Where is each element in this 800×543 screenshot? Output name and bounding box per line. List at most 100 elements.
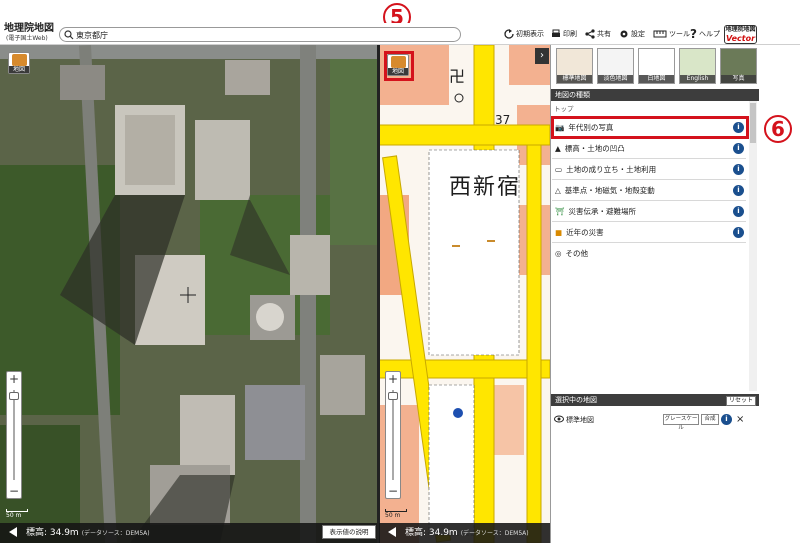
standard-map[interactable]: 西新宿 37 卍 [379, 45, 550, 543]
search-input[interactable] [76, 29, 456, 41]
aerial-photo-image [0, 45, 378, 543]
thumb-pale-map[interactable]: 淡色地図 [597, 48, 634, 84]
disaster-icon: ■ [555, 227, 563, 237]
scale-label: 50 m [6, 512, 22, 519]
value-explanation-button[interactable]: 表示値の説明 [322, 525, 376, 539]
settings-button[interactable]: 設定 [619, 28, 645, 40]
button-label: ヘルプ [698, 30, 720, 38]
address-number-label: 37 [495, 113, 511, 127]
thumb-photo-map[interactable]: 写真 [720, 48, 757, 84]
place-label-nishi-shinjuku: 西新宿 [449, 175, 522, 200]
split-divider[interactable] [377, 45, 380, 543]
print-icon [552, 29, 560, 37]
zoom-slider-thumb[interactable] [388, 392, 398, 400]
elevation-text: 標高: 34.9m [26, 528, 79, 538]
selected-map-row: 標準地図 グレースケール 合成 i × [552, 411, 758, 431]
button-label: 初期表示 [516, 30, 544, 38]
category-label: 標高・土地の凹凸 [564, 143, 625, 153]
app-logo-subtitle: (電子国土Web) [6, 35, 48, 42]
close-icon[interactable]: × [736, 411, 744, 429]
map-switch-label: 地図 [9, 66, 29, 73]
triangle-icon: △ [555, 185, 561, 195]
vector-map-badge[interactable]: 地理院地図 Vector [724, 25, 757, 44]
help-button[interactable]: ? ヘルプ [690, 28, 720, 40]
panel-scrollbar[interactable] [749, 101, 757, 391]
callout-number-6: 6 [764, 115, 792, 143]
category-label: 近年の災害 [566, 227, 604, 237]
land-icon: ▭ [555, 164, 563, 174]
scrollbar-handle[interactable] [750, 103, 756, 143]
zoom-control-left[interactable]: + − [6, 371, 22, 499]
category-recent-disasters[interactable]: ■ 近年の災害 i [552, 222, 746, 243]
scale-bar-left: 50 m [6, 509, 28, 519]
info-icon[interactable]: i [721, 414, 732, 425]
button-label: 設定 [631, 30, 645, 38]
info-icon[interactable]: i [733, 185, 744, 196]
zoom-slider-track[interactable] [392, 390, 394, 480]
print-button[interactable]: 印刷 [551, 28, 577, 40]
zoom-out-button[interactable]: − [7, 484, 21, 498]
merge-button[interactable]: 合成 [701, 414, 719, 425]
zoom-in-button[interactable]: + [386, 372, 400, 386]
zoom-control-right[interactable]: + − [385, 371, 401, 499]
button-label: ツール [669, 30, 690, 38]
temple-symbol-icon: 卍 [449, 67, 466, 86]
standard-map-image [379, 45, 550, 543]
status-bar-right: 標高: 34.9m (データソース：DEM5A) [379, 523, 550, 543]
button-label: 共有 [597, 30, 611, 38]
search-icon [64, 30, 74, 40]
elevation-text: 標高: 34.9m [405, 528, 458, 538]
tools-button[interactable]: ツール [653, 28, 690, 40]
category-elevation-relief[interactable]: ▲ 標高・土地の凹凸 i [552, 138, 746, 159]
category-land-formation-use[interactable]: ▭ 土地の成り立ち・土地利用 i [552, 159, 746, 180]
other-icon: ◎ [555, 249, 562, 258]
data-source-text: (データソース：DEM5A) [81, 530, 150, 537]
thumb-standard-map[interactable]: 標準地図 [556, 48, 593, 84]
map-types-header: 地図の種類 [551, 89, 759, 101]
evacuation-icon: ⛩ [555, 206, 565, 216]
gear-icon [620, 30, 628, 38]
zoom-slider-thumb[interactable] [9, 392, 19, 400]
thumb-blank-map[interactable]: 白地図 [638, 48, 675, 84]
panel-collapse-button[interactable]: › [535, 48, 549, 64]
app-logo-title[interactable]: 地理院地図 [4, 24, 54, 34]
callout-highlight-box [551, 116, 749, 139]
data-source-text: (データソース：DEM5A) [460, 530, 529, 537]
category-label: 土地の成り立ち・土地利用 [566, 164, 657, 174]
share-button[interactable]: 共有 [585, 28, 611, 40]
reset-icon [504, 29, 514, 39]
grayscale-button[interactable]: グレースケール [663, 414, 699, 431]
category-disaster-lore-evacuation[interactable]: ⛩ 災害伝承・避難場所 i [552, 201, 746, 222]
zoom-slider-track[interactable] [13, 390, 15, 480]
thumb-english-map[interactable]: English [679, 48, 716, 84]
gsi-map-app: 地図 + − 50 m 標高: 34.9m (データソース：DEM5A) 表示値の… [0, 0, 800, 543]
info-icon[interactable]: i [733, 227, 744, 238]
zoom-out-button[interactable]: − [386, 484, 400, 498]
mountain-icon: ▲ [555, 143, 561, 153]
tool-icon [653, 30, 667, 38]
info-icon[interactable]: i [733, 206, 744, 217]
category-control-points-geomagnetism[interactable]: △ 基準点・地磁気・地殻変動 i [552, 180, 746, 201]
map-layer-icon [12, 54, 27, 66]
aerial-photo-map[interactable] [0, 45, 378, 543]
vector-badge-bottom: Vector [725, 34, 756, 43]
category-other[interactable]: ◎ その他 [552, 243, 746, 264]
selected-map-name: 標準地図 [566, 416, 594, 424]
category-label: 災害伝承・避難場所 [568, 206, 637, 216]
button-label: 印刷 [563, 30, 577, 38]
expand-arrow-icon[interactable] [387, 526, 399, 538]
scale-bar-right: 50 m [385, 509, 407, 519]
expand-arrow-icon[interactable] [8, 526, 20, 538]
eye-icon[interactable] [554, 415, 564, 423]
vector-badge-top: 地理院地図 [725, 26, 756, 33]
map-switch-button-left[interactable]: 地図 [8, 52, 30, 74]
share-icon [585, 29, 595, 39]
category-label: その他 [565, 249, 589, 258]
initial-view-button[interactable]: 初期表示 [504, 28, 544, 40]
search-box[interactable] [59, 27, 461, 42]
info-icon[interactable]: i [733, 164, 744, 175]
reset-button[interactable]: リセット [726, 396, 756, 406]
zoom-in-button[interactable]: + [7, 372, 21, 386]
info-icon[interactable]: i [733, 143, 744, 154]
breadcrumb[interactable]: トップ [554, 103, 574, 113]
